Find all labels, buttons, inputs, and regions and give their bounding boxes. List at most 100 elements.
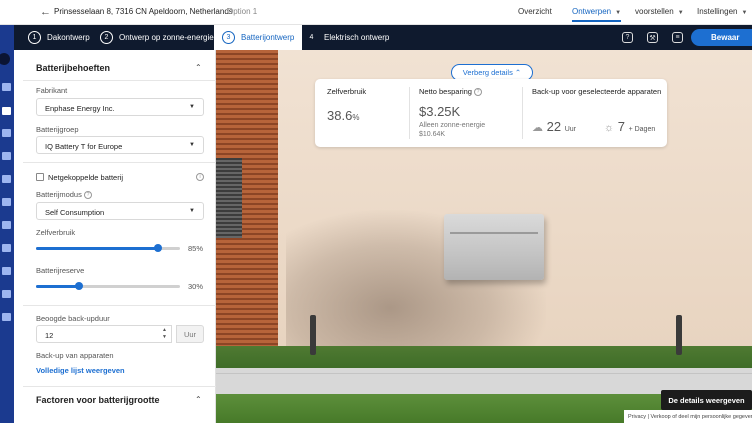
step-electrical-design[interactable]: 4 Elektrisch ontwerp: [305, 25, 390, 50]
document-icon[interactable]: [2, 221, 11, 229]
net-savings-title: Netto besparing ?: [419, 87, 483, 97]
window-shutter: [216, 158, 242, 238]
backup-devices-label: Back-up van apparaten: [36, 351, 114, 360]
backup-sunny-unit: + Dagen: [628, 126, 656, 133]
self-consumption-label: Zelfverbruik: [36, 228, 76, 237]
hide-details-label: Verberg details: [462, 68, 513, 77]
battery-group-label: Batterijgroep: [36, 125, 79, 134]
battery-size-factors-title: Factoren voor batterijgrootte: [36, 395, 160, 405]
solar-only-label: Alleen zonne-energie: [419, 122, 486, 129]
step-battery-design[interactable]: 3 Batterijontwerp: [214, 25, 303, 50]
slider-fill: [36, 247, 158, 250]
divider: [23, 80, 216, 81]
garden-lamp: [676, 315, 682, 355]
step-solar-design[interactable]: 2 Ontwerp op zonne-energie: [100, 25, 214, 50]
battery-group-select[interactable]: IQ Battery T for Europe ▼: [36, 136, 204, 154]
self-consumption-stat-title: Zelfverbruik: [327, 87, 367, 96]
chart-icon[interactable]: [2, 129, 11, 137]
backup-cloudy-unit: Uur: [564, 126, 576, 133]
battery-mode-select[interactable]: Self Consumption ▼: [36, 202, 204, 220]
info-icon[interactable]: ?: [474, 88, 483, 97]
back-arrow-icon[interactable]: ←: [40, 6, 51, 18]
show-details-button[interactable]: De details weergeven: [661, 390, 752, 410]
step-bar: 1 Dakontwerp 2 Ontwerp op zonne-energie 3B…: [14, 25, 752, 50]
step-number: 4: [309, 34, 314, 41]
manufacturer-value: Enphase Energy Inc.: [45, 104, 115, 113]
step-roof-design[interactable]: 1 Dakontwerp: [28, 25, 90, 50]
manufacturer-label: Fabrikant: [36, 86, 68, 95]
self-consumption-slider[interactable]: [36, 244, 180, 252]
info-icon[interactable]: i: [196, 173, 204, 181]
self-consumption-stat-value: 38.6%: [327, 108, 359, 123]
chevron-up-icon[interactable]: ⌃: [195, 63, 202, 72]
net-savings-text: Netto besparing: [419, 87, 472, 96]
info-icon[interactable]: ?: [83, 191, 92, 200]
step-label: Dakontwerp: [47, 33, 90, 42]
self-consumption-unit: %: [352, 113, 360, 122]
nav-overview[interactable]: Overzicht: [518, 7, 552, 16]
backup-sunny-value: 7: [617, 119, 625, 134]
backup-cloudy-value: 22: [546, 119, 562, 134]
step-label: Batterijontwerp: [241, 33, 295, 42]
garden-lamp: [310, 315, 316, 355]
grid-icon[interactable]: [2, 83, 11, 91]
left-rail: [0, 25, 14, 423]
self-consumption-number: 38.6: [327, 108, 353, 123]
nav-settings[interactable]: Instellingen ▼: [697, 7, 747, 16]
step-label: Ontwerp op zonne-energie: [119, 33, 214, 42]
chevron-down-icon: ▼: [189, 208, 195, 214]
battery-icon[interactable]: [2, 107, 11, 115]
slider-fill: [36, 285, 79, 288]
help-icon[interactable]: ?: [622, 32, 633, 43]
users-icon[interactable]: [2, 175, 11, 183]
option-label[interactable]: Option 1: [227, 7, 257, 16]
panel-title: Batterijbehoeften: [36, 63, 111, 73]
battery-stripe: [450, 232, 538, 234]
grid-tied-checkbox[interactable]: [36, 173, 44, 181]
globe-icon[interactable]: [2, 290, 11, 298]
backup-stat-title: Back-up voor geselecteerde apparaten: [532, 87, 662, 96]
monitor-icon[interactable]: [2, 198, 11, 206]
tools-icon[interactable]: ⚒: [647, 32, 658, 43]
nav-proposals[interactable]: voorstellen ▼: [635, 7, 684, 16]
step-number: 1: [28, 31, 41, 44]
gear-icon[interactable]: [2, 152, 11, 160]
chevron-down-icon: ▼: [189, 104, 195, 110]
backup-duration-unit: Uur: [176, 325, 204, 343]
chevron-down-icon: ▼: [741, 10, 748, 16]
battery-unit-image: [444, 214, 544, 280]
cloud-icon: ☁: [532, 122, 543, 134]
sun-icon: ☼: [604, 122, 615, 134]
battery-requirements-panel: Batterijbehoeften ⌃ Fabrikant Enphase En…: [23, 50, 216, 423]
logout-icon[interactable]: [2, 313, 11, 321]
save-button[interactable]: Bewaar: [691, 29, 752, 46]
divider: [522, 87, 523, 139]
chevron-up-icon[interactable]: ⌃: [195, 395, 202, 404]
backup-sunny: ☼ 7 + Dagen: [604, 119, 655, 134]
project-address: Prinsesselaan 8, 7316 CN Apeldoorn, Neth…: [54, 7, 233, 16]
battery-reserve-value: 30%: [188, 282, 204, 291]
slider-thumb[interactable]: [75, 282, 83, 290]
solar-only-value: $10.64K: [419, 131, 446, 138]
stepper-arrows-icon[interactable]: ▲ ▼: [162, 327, 167, 341]
backup-duration-label: Beoogde back-upduur: [36, 314, 110, 323]
self-consumption-value: 85%: [188, 244, 204, 253]
show-full-list-link[interactable]: Volledige lijst weergeven: [36, 366, 125, 375]
chevron-up-icon: ⌃: [514, 68, 522, 77]
backup-duration-input[interactable]: 12 ▲ ▼: [36, 325, 172, 343]
battery-mode-value: Self Consumption: [45, 208, 105, 217]
nav-designs[interactable]: Ontwerpen ▼: [572, 7, 622, 22]
backup-duration-value: 12: [45, 331, 54, 340]
chevron-down-icon: ▼: [615, 10, 622, 16]
battery-reserve-slider[interactable]: [36, 282, 180, 290]
divider: [23, 162, 216, 163]
app-logo-icon: [0, 53, 10, 65]
divider: [23, 386, 216, 387]
footer-links[interactable]: Privacy | Verkoop of deel mijn persoonli…: [624, 410, 752, 423]
manufacturer-select[interactable]: Enphase Energy Inc. ▼: [36, 98, 204, 116]
file-icon[interactable]: [2, 267, 11, 275]
slider-thumb[interactable]: [154, 244, 162, 252]
comments-icon[interactable]: ≡: [672, 32, 683, 43]
image-icon[interactable]: [2, 244, 11, 252]
net-savings-value: $3.25K: [419, 104, 461, 119]
